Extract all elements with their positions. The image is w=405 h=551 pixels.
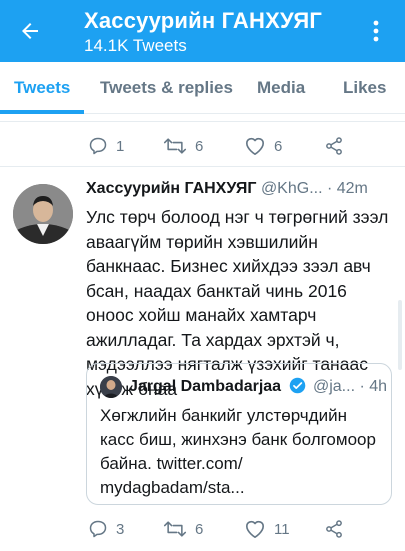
profile-name-title: Хассуурийн ГАНХУЯГ [84,8,323,33]
quoted-profile-photo-icon [100,376,122,398]
share-icon [326,137,342,155]
tab-tweets[interactable]: Tweets [14,62,70,114]
scrollbar[interactable] [398,300,402,370]
retweet-count: 6 [195,520,204,538]
quoted-tweet-time: · 4h [359,378,387,395]
reply-icon [89,520,107,538]
tweet-separator [0,166,405,176]
retweet-button[interactable]: 6 [163,128,203,164]
quoted-author-name: Jargal Dambadarjaa [129,378,282,395]
arrow-left-icon [22,23,38,39]
retweet-count: 6 [195,137,204,155]
app-bar: Хассуурийн ГАНХУЯГ 14.1K Tweets [0,0,405,62]
like-button[interactable]: 6 [244,128,282,164]
verified-badge-icon [289,377,306,399]
heart-icon [246,520,264,538]
tab-likes[interactable]: Likes [343,62,386,114]
share-button[interactable] [324,511,344,547]
quoted-tweet-header: Jargal Dambadarjaa @ja... · 4h [129,377,387,399]
reply-count: 1 [116,137,125,155]
quoted-tweet[interactable]: Jargal Dambadarjaa @ja... · 4h Хөгжлийн … [86,363,392,505]
tab-media[interactable]: Media [257,62,305,114]
reply-button[interactable]: 3 [88,511,124,547]
tweet-author-handle[interactable]: @KhG... [261,180,323,197]
share-icon [326,520,342,538]
retweet-icon [163,521,187,537]
tweet-header: Хассуурийн ГАНХУЯГ @KhG... · 42m [86,180,396,202]
tweet-count: 14.1K Tweets [84,36,187,55]
reply-button[interactable]: 1 [88,128,124,164]
like-count: 6 [274,137,283,155]
tab-tweets-replies[interactable]: Tweets & replies [100,62,233,114]
tweet-actions: 3 6 11 [0,511,405,547]
back-button[interactable] [10,11,50,51]
profile-tabs: Tweets Tweets & replies Media Likes [0,62,405,114]
quoted-avatar [100,376,122,398]
quoted-author-handle: @ja... [312,378,356,395]
previous-tweet-card-edge [0,114,405,122]
avatar[interactable] [13,184,73,244]
reply-count: 3 [116,520,125,538]
heart-icon [246,137,264,155]
share-button[interactable] [324,128,344,164]
more-options-button[interactable] [362,11,390,51]
tweet-author-name[interactable]: Хассуурийн ГАНХУЯГ [86,180,256,197]
profile-photo-icon [13,184,73,244]
like-count: 11 [274,520,290,538]
retweet-icon [163,138,187,154]
retweet-button[interactable]: 6 [163,511,203,547]
like-button[interactable]: 11 [244,511,290,547]
quoted-tweet-text: Хөгжлийн банкийг улстөрчдийн касс биш, ж… [100,406,376,497]
prev-tweet-actions: 1 6 6 [0,128,405,164]
reply-icon [89,137,107,155]
tweet-time: · 42m [326,180,368,197]
more-vertical-icon [373,20,379,42]
